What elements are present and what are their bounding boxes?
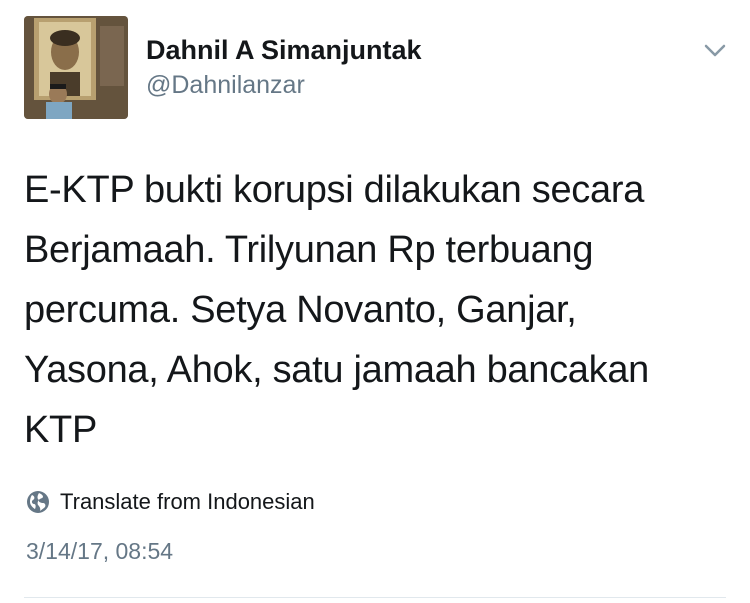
divider bbox=[24, 597, 726, 598]
tweet-text-line: Yasona, Ahok, satu jamaah bancakan bbox=[24, 349, 649, 391]
author-handle[interactable]: @Dahnilanzar bbox=[146, 69, 305, 101]
avatar[interactable] bbox=[24, 16, 128, 119]
timestamp[interactable]: 3/14/17, 08:54 bbox=[26, 538, 173, 565]
chevron-down-icon[interactable] bbox=[700, 38, 730, 62]
author-display-name[interactable]: Dahnil A Simanjuntak bbox=[146, 32, 422, 68]
tweet-text-line: Berjamaah. Trilyunan Rp terbuang bbox=[24, 229, 594, 271]
globe-icon bbox=[27, 491, 49, 513]
translate-label: Translate from Indonesian bbox=[60, 489, 315, 514]
tweet-text: E-KTP bukti korupsi dilakukan secara Ber… bbox=[24, 160, 724, 460]
tweet-text-line: percuma. Setya Novanto, Ganjar, bbox=[24, 289, 577, 331]
tweet-text-line: E-KTP bukti korupsi dilakukan secara bbox=[24, 169, 645, 211]
tweet-card: Dahnil A Simanjuntak @Dahnilanzar E-KTP … bbox=[0, 0, 750, 603]
tweet-text-line: KTP bbox=[24, 409, 98, 451]
translate-button[interactable]: Translate from Indonesian bbox=[26, 486, 315, 518]
avatar-image bbox=[24, 16, 128, 119]
